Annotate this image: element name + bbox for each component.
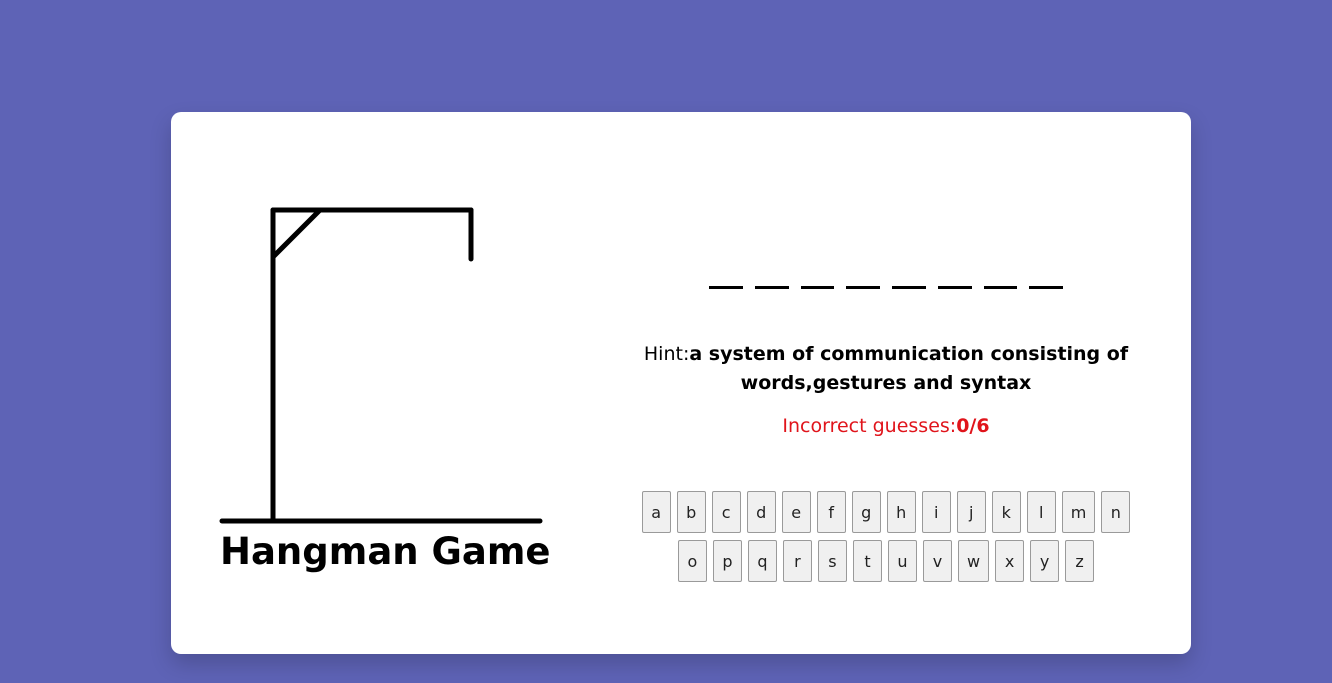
key-z[interactable]: z <box>1065 540 1095 582</box>
key-b[interactable]: b <box>676 491 706 533</box>
key-e[interactable]: e <box>781 491 811 533</box>
incorrect-guesses: Incorrect guesses:0/6 <box>631 415 1141 437</box>
letter-blank <box>1029 286 1063 289</box>
hint-label: Hint: <box>643 343 690 365</box>
game-card: Hangman Game Hint:a system of communicat… <box>171 112 1191 654</box>
key-x[interactable]: x <box>995 540 1025 582</box>
key-f[interactable]: f <box>816 491 846 533</box>
letter-blank <box>800 286 835 289</box>
hint: Hint:a system of communication consistin… <box>631 340 1141 398</box>
key-y[interactable]: y <box>1030 540 1060 582</box>
word-display <box>709 286 1063 292</box>
letter-blank <box>754 286 789 289</box>
incorrect-guesses-label: Incorrect guesses: <box>782 415 957 437</box>
key-u[interactable]: u <box>887 540 917 582</box>
key-h[interactable]: h <box>886 491 916 533</box>
key-k[interactable]: k <box>991 491 1021 533</box>
key-g[interactable]: g <box>851 491 881 533</box>
key-r[interactable]: r <box>782 540 812 582</box>
letter-blank <box>892 286 926 289</box>
hint-text: a system of communication consisting of … <box>689 343 1129 394</box>
incorrect-guesses-count: 0/6 <box>956 415 990 437</box>
key-a[interactable]: a <box>641 491 671 533</box>
keyboard-row-2: opqrstuvwxyz <box>633 540 1139 582</box>
letter-blank <box>937 286 972 289</box>
key-q[interactable]: q <box>747 540 777 582</box>
letter-blank <box>983 286 1018 289</box>
key-v[interactable]: v <box>922 540 952 582</box>
key-o[interactable]: o <box>677 540 707 582</box>
gallows-brace <box>270 207 323 260</box>
key-d[interactable]: d <box>746 491 776 533</box>
letter-keyboard: abcdefghijklmn opqrstuvwxyz <box>633 491 1139 589</box>
key-n[interactable]: n <box>1101 491 1131 533</box>
letter-blank <box>846 286 880 289</box>
letter-blank <box>709 286 743 289</box>
key-j[interactable]: j <box>956 491 986 533</box>
keyboard-row-1: abcdefghijklmn <box>633 491 1139 533</box>
key-l[interactable]: l <box>1026 491 1056 533</box>
key-m[interactable]: m <box>1061 491 1096 533</box>
key-t[interactable]: t <box>852 540 882 582</box>
key-c[interactable]: c <box>711 491 741 533</box>
game-title: Hangman Game <box>220 530 551 573</box>
key-p[interactable]: p <box>712 540 742 582</box>
key-i[interactable]: i <box>921 491 951 533</box>
key-s[interactable]: s <box>817 540 847 582</box>
key-w[interactable]: w <box>957 540 990 582</box>
